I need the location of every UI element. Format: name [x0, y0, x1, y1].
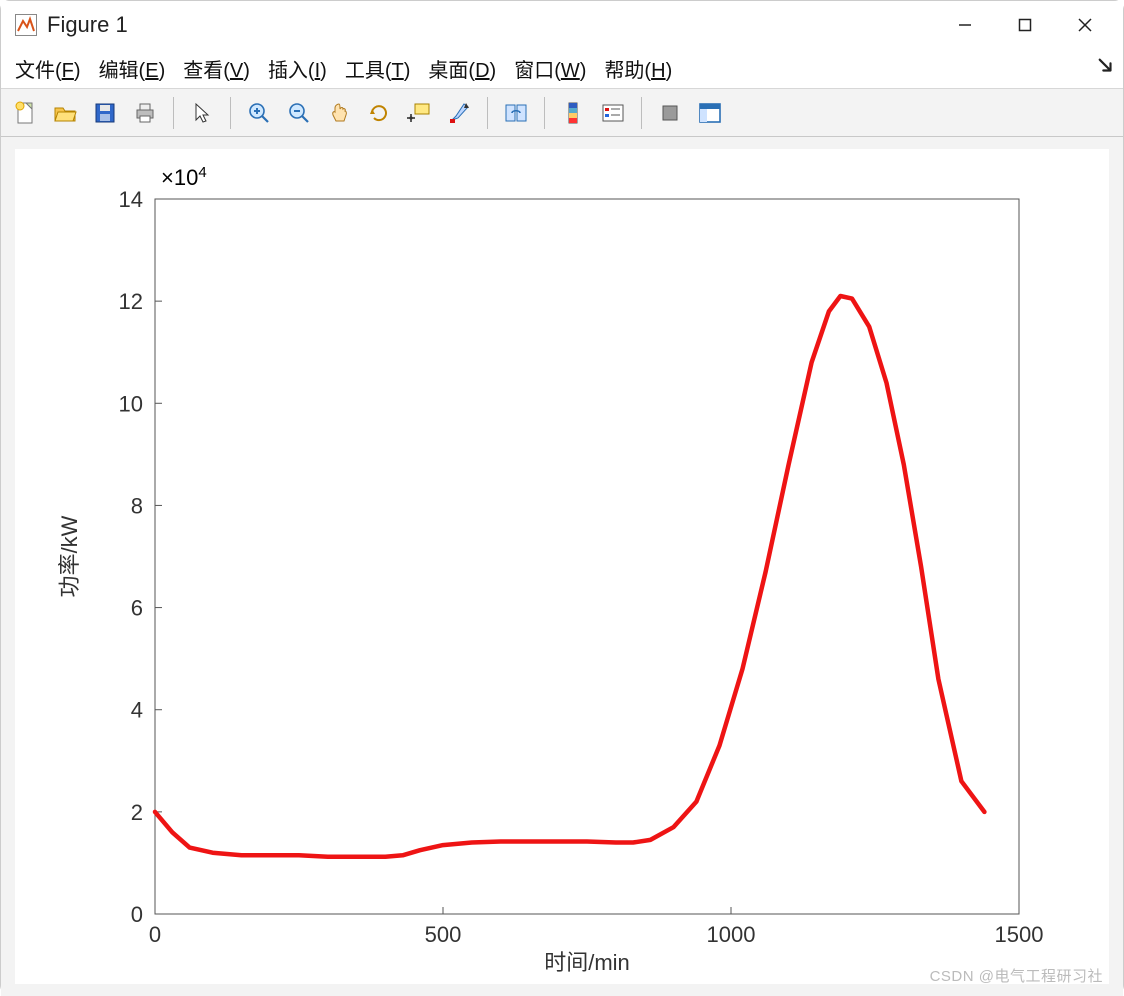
menu-desktop[interactable]: 桌面(D)	[428, 54, 496, 83]
pointer-icon[interactable]	[184, 95, 220, 131]
toolbar	[1, 89, 1123, 137]
zoom-out-icon[interactable]	[281, 95, 317, 131]
y-multiplier-label: ×104	[161, 164, 207, 191]
colorbar-icon[interactable]	[555, 95, 591, 131]
x-axis-label: 时间/min	[544, 950, 630, 975]
x-tick-label: 1500	[995, 922, 1044, 947]
toolbar-separator	[173, 97, 174, 129]
toolbar-separator	[230, 97, 231, 129]
window-title: Figure 1	[47, 12, 128, 38]
dock-undock-arrow-icon[interactable]	[1097, 57, 1115, 81]
y-tick-label: 14	[119, 187, 143, 212]
x-tick-label: 0	[149, 922, 161, 947]
menu-window[interactable]: 窗口(W)	[514, 54, 586, 83]
new-icon[interactable]	[7, 95, 43, 131]
dock-icon[interactable]	[692, 95, 728, 131]
hide-tools-icon[interactable]	[652, 95, 688, 131]
y-tick-label: 2	[131, 800, 143, 825]
toolbar-separator	[487, 97, 488, 129]
zoom-in-icon[interactable]	[241, 95, 277, 131]
y-tick-label: 12	[119, 289, 143, 314]
menu-file[interactable]: 文件(F)	[15, 54, 81, 83]
close-button[interactable]	[1055, 5, 1115, 45]
y-tick-label: 6	[131, 596, 143, 621]
x-tick-label: 1000	[707, 922, 756, 947]
y-tick-label: 8	[131, 493, 143, 518]
pan-icon[interactable]	[321, 95, 357, 131]
menu-insert[interactable]: 插入(I)	[268, 54, 327, 83]
y-axis-label: 功率/kW	[57, 515, 82, 597]
toolbar-separator	[544, 97, 545, 129]
rotate-icon[interactable]	[361, 95, 397, 131]
save-icon[interactable]	[87, 95, 123, 131]
brush-icon[interactable]	[441, 95, 477, 131]
y-tick-label: 0	[131, 902, 143, 927]
y-tick-label: 4	[131, 698, 143, 723]
x-tick-label: 500	[425, 922, 462, 947]
plot-frame: 0 500 1000 1500 0 2 4 6 8 10 12 14 ×104 时间/min 功率/kW	[15, 149, 1109, 984]
print-icon[interactable]	[127, 95, 163, 131]
open-icon[interactable]	[47, 95, 83, 131]
legend-icon[interactable]	[595, 95, 631, 131]
maximize-button[interactable]	[995, 5, 1055, 45]
link-plots-icon[interactable]	[498, 95, 534, 131]
titlebar: Figure 1	[1, 1, 1123, 49]
app-icon	[15, 14, 37, 36]
menu-help[interactable]: 帮助(H)	[604, 54, 672, 83]
menu-edit[interactable]: 编辑(E)	[99, 54, 166, 83]
menu-view[interactable]: 查看(V)	[183, 54, 250, 83]
minimize-button[interactable]	[935, 5, 995, 45]
figure-canvas: 05001000150002468101214×104时间/min功率/kW C…	[1, 137, 1123, 996]
y-tick-label: 10	[119, 391, 143, 416]
axes[interactable]: 0 500 1000 1500 0 2 4 6 8 10 12 14 ×104 时间/min 功率/kW	[15, 149, 1109, 984]
menu-tools[interactable]: 工具(T)	[345, 54, 411, 83]
data-cursor-icon[interactable]	[401, 95, 437, 131]
menubar: 文件(F) 编辑(E) 查看(V) 插入(I) 工具(T) 桌面(D) 窗口(W…	[1, 49, 1123, 89]
toolbar-separator	[641, 97, 642, 129]
